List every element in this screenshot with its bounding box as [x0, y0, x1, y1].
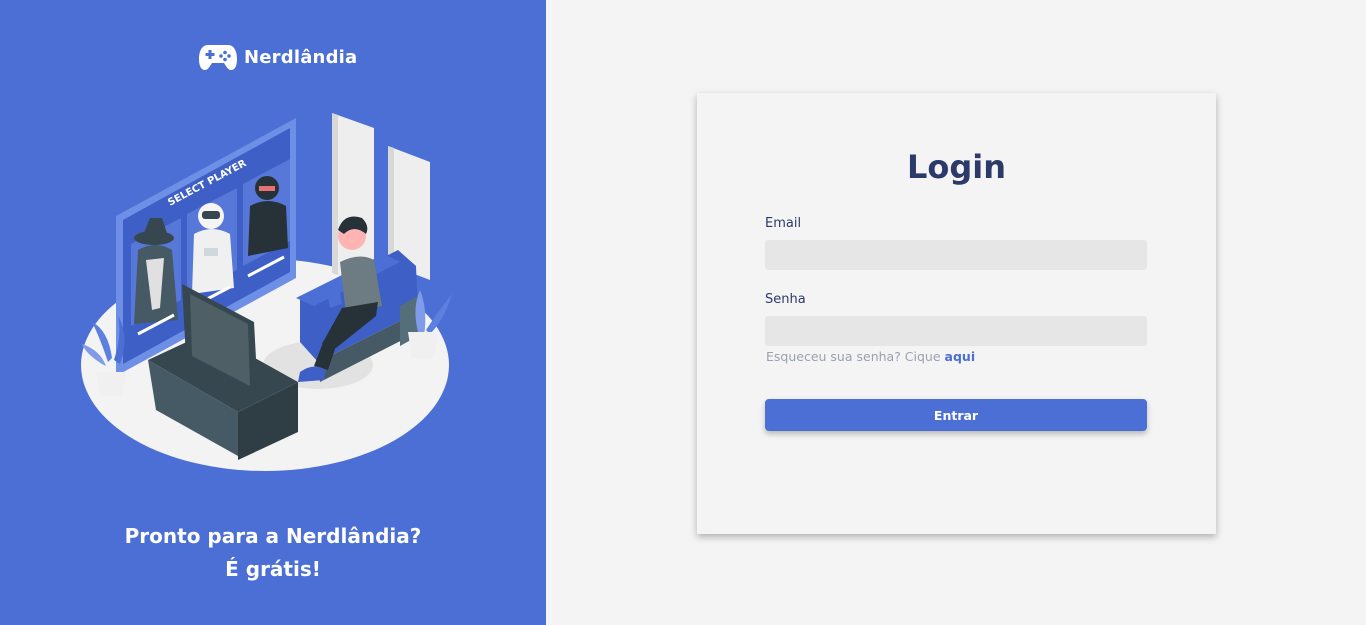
login-card: Login Email Senha Esqueceu sua senha? Ci… — [697, 93, 1216, 534]
login-button[interactable]: Entrar — [765, 399, 1147, 431]
password-field[interactable] — [765, 316, 1147, 346]
tagline-line-1: Pronto para a Nerdlândia? — [124, 524, 422, 548]
tagline-line-2: É grátis! — [225, 557, 321, 581]
brand-name: Nerdlândia — [244, 46, 358, 68]
brand-logo[interactable]: Nerdlândia — [198, 42, 357, 72]
email-field[interactable] — [765, 240, 1147, 270]
forgot-password-text: Esqueceu sua senha? Cique — [766, 349, 941, 364]
left-panel: Nerdlândia SELECT PLAYER Pronto para a N… — [0, 0, 546, 625]
gaming-illustration: SELECT PLAYER — [81, 113, 452, 471]
email-label: Email — [765, 216, 802, 231]
login-title: Login — [906, 148, 1007, 186]
password-label: Senha — [765, 292, 806, 307]
forgot-password: Esqueceu sua senha? Cique aqui — [766, 349, 975, 364]
forgot-password-link[interactable]: aqui — [945, 349, 976, 364]
gamepad-icon — [199, 45, 237, 70]
tagline: Pronto para a Nerdlândia? É grátis! — [0, 520, 546, 586]
